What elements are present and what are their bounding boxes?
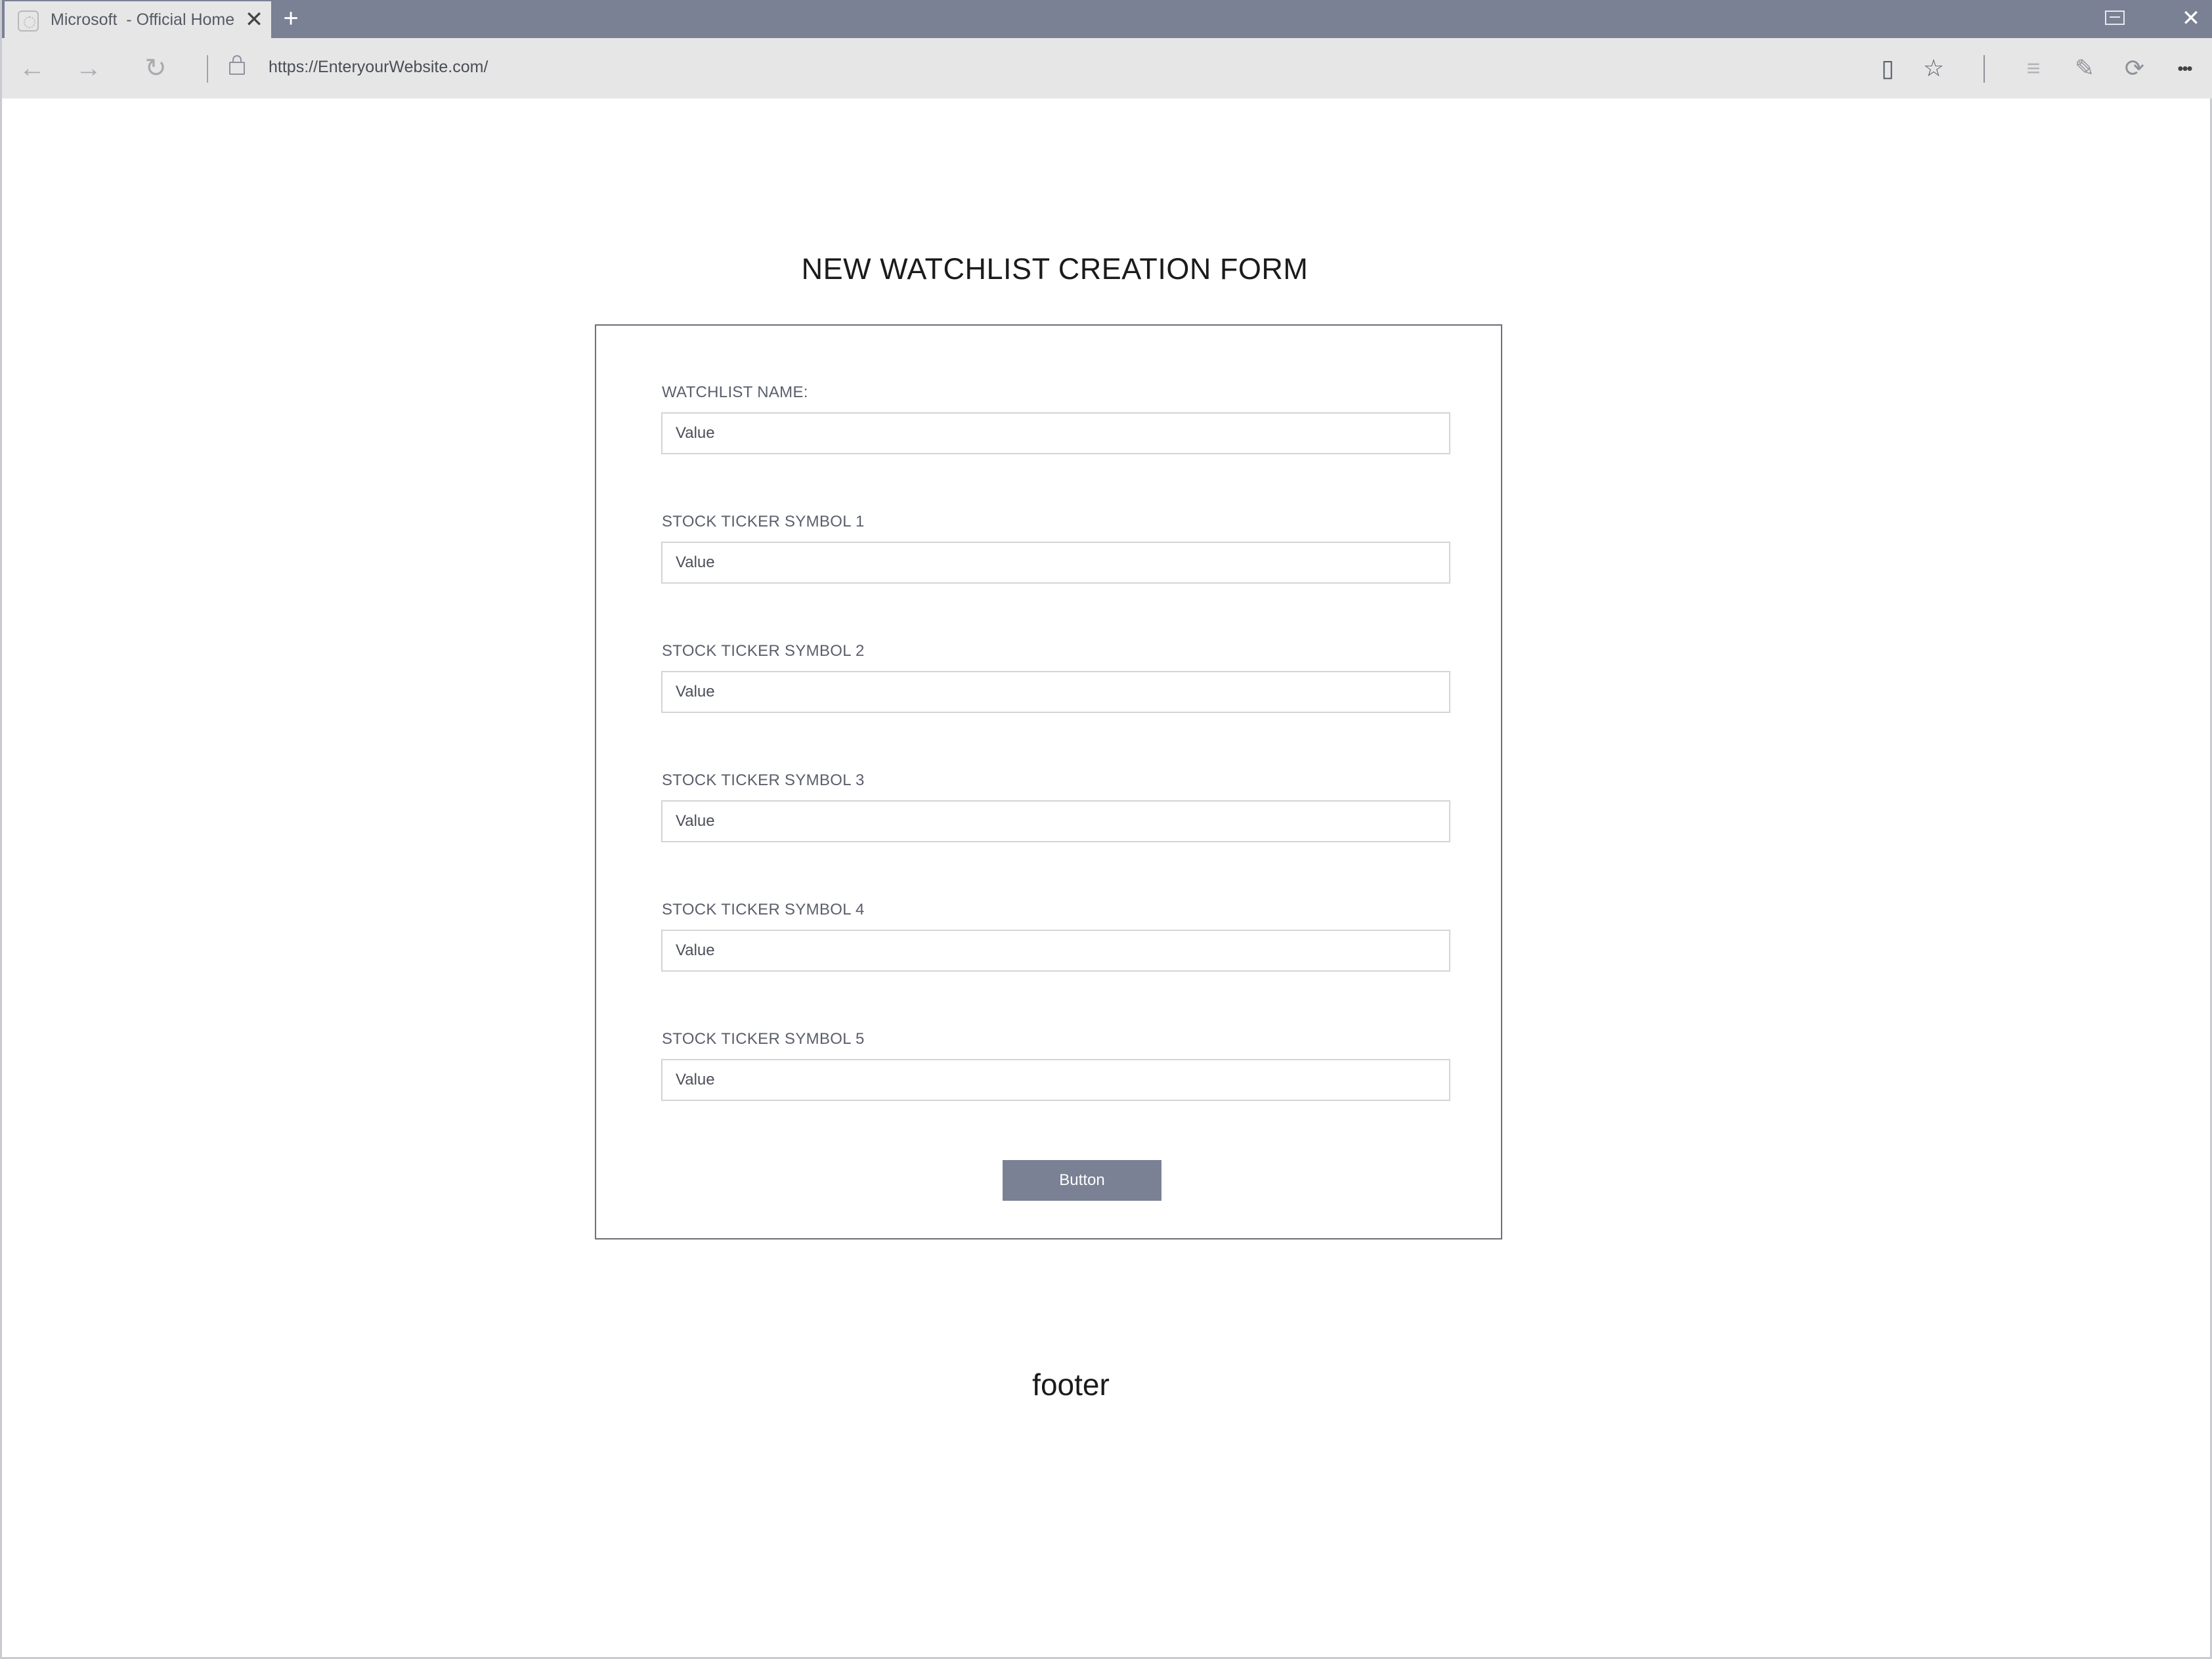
ticker-symbol-5-input[interactable] [661,1059,1450,1101]
page-footer: footer [1032,1368,1110,1402]
ticker-symbol-5-label: STOCK TICKER SYMBOL 5 [662,1030,865,1048]
share-icon[interactable]: ⟳ [2117,51,2152,85]
browser-window: Microsoft - Official Home ✕ + ✕ ← → ↻ ht… [0,0,2212,1659]
ticker-symbol-1-input[interactable] [661,542,1450,584]
page-title: NEW WATCHLIST CREATION FORM [801,252,1309,286]
more-options-icon[interactable]: ••• [2167,51,2201,85]
browser-tab[interactable]: Microsoft - Official Home ✕ [5,1,271,38]
window-restore-icon[interactable] [2105,11,2125,25]
window-close-icon[interactable]: ✕ [2177,4,2205,33]
favicon-icon [18,11,39,32]
ticker-symbol-3-input[interactable] [661,800,1450,842]
address-url[interactable]: https://EnteryourWebsite.com/ [269,58,488,77]
reading-view-icon[interactable]: ▯ [1871,51,1905,85]
new-tab-icon[interactable]: + [276,4,305,33]
favorite-star-icon[interactable]: ☆ [1917,51,1951,85]
watchlist-name-input[interactable] [661,412,1450,454]
address-bar-row: ← → ↻ https://EnteryourWebsite.com/ ▯ ☆ … [2,38,2212,98]
forward-arrow-icon[interactable]: → [72,51,106,85]
web-note-icon[interactable]: ✎ [2068,51,2102,85]
submit-button[interactable]: Button [1003,1160,1161,1201]
refresh-icon[interactable]: ↻ [139,51,173,85]
ticker-symbol-2-input[interactable] [661,671,1450,713]
lock-icon [229,55,245,75]
ticker-symbol-4-input[interactable] [661,930,1450,972]
watchlist-form: WATCHLIST NAME: STOCK TICKER SYMBOL 1 ST… [595,324,1502,1239]
tab-title: Microsoft - Official Home [51,11,235,29]
toolbar-divider [1984,55,1985,83]
watchlist-name-label: WATCHLIST NAME: [662,383,808,401]
ticker-symbol-3-label: STOCK TICKER SYMBOL 3 [662,771,865,789]
toolbar-divider [207,55,208,83]
hub-icon[interactable]: ≡ [2016,51,2050,85]
ticker-symbol-4-label: STOCK TICKER SYMBOL 4 [662,901,865,918]
back-arrow-icon[interactable]: ← [15,51,49,85]
ticker-symbol-1-label: STOCK TICKER SYMBOL 1 [662,513,865,530]
title-bar: Microsoft - Official Home ✕ + ✕ [2,0,2212,38]
ticker-symbol-2-label: STOCK TICKER SYMBOL 2 [662,642,865,660]
tab-close-icon[interactable]: ✕ [241,7,267,33]
